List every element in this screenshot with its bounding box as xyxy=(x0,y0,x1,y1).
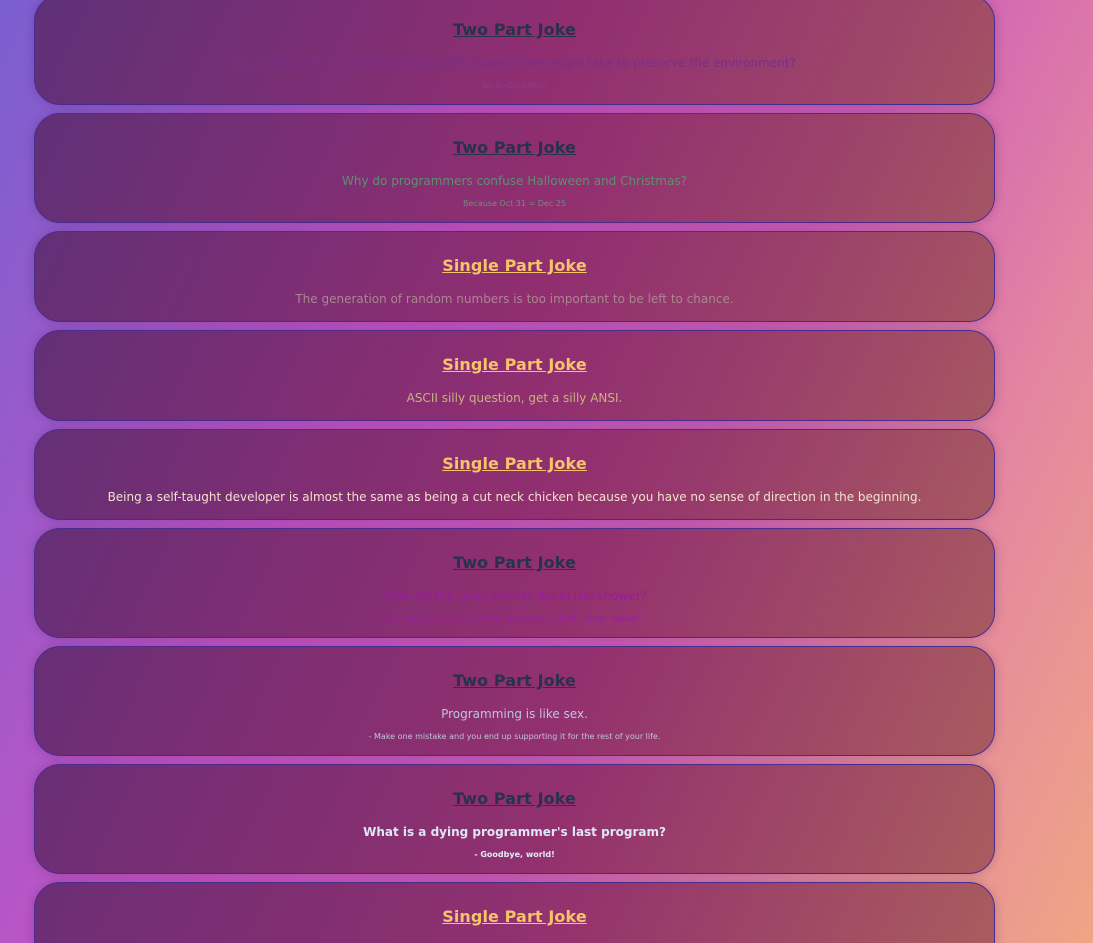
joke-type-heading: Single Part Joke xyxy=(442,907,587,926)
joke-delivery: Because Oct 31 = Dec 25 xyxy=(463,199,566,208)
joke-type-heading: Two Part Joke xyxy=(452,789,576,808)
joke-card: Single Part Joke xyxy=(34,882,995,943)
joke-type-heading: Two Part Joke xyxy=(452,553,576,572)
joke-card: Two Part Joke What is a dying programmer… xyxy=(34,764,995,874)
joke-type-heading: Two Part Joke xyxy=(452,20,576,39)
joke-list: Two Part Joke So what's a set of predefi… xyxy=(34,0,995,943)
joke-type-heading: Single Part Joke xyxy=(442,355,587,374)
joke-card: Two Part Joke So what's a set of predefi… xyxy=(34,0,995,105)
joke-setup: Programming is like sex. xyxy=(441,707,588,721)
joke-card: Two Part Joke How did the programmer die… xyxy=(34,528,995,638)
joke-type-heading: Single Part Joke xyxy=(442,454,587,473)
joke-card: Two Part Joke Why do programmers confuse… xyxy=(34,113,995,223)
joke-delivery: An Al-Gore-ithm xyxy=(482,81,547,90)
joke-setup: So what's a set of predefined steps the … xyxy=(233,56,796,70)
joke-delivery: - Goodbye, world! xyxy=(474,850,555,859)
joke-delivery: - Make one mistake and you end up suppor… xyxy=(368,732,661,741)
joke-text: Being a self-taught developer is almost … xyxy=(107,490,922,504)
joke-text: The generation of random numbers is too … xyxy=(295,292,734,306)
joke-text: ASCII silly question, get a silly ANSI. xyxy=(406,391,623,405)
joke-type-heading: Two Part Joke xyxy=(452,138,576,157)
joke-card: Single Part Joke Being a self-taught dev… xyxy=(34,429,995,520)
joke-delivery: He read the shampoo bottle instructions:… xyxy=(387,614,642,623)
joke-card: Single Part Joke The generation of rando… xyxy=(34,231,995,322)
joke-setup: How did the programmer die in the shower… xyxy=(381,589,648,603)
joke-setup: Why do programmers confuse Halloween and… xyxy=(342,174,687,188)
joke-setup: What is a dying programmer's last progra… xyxy=(363,825,666,839)
joke-type-heading: Two Part Joke xyxy=(452,671,576,690)
joke-type-heading: Single Part Joke xyxy=(442,256,587,275)
joke-card: Single Part Joke ASCII silly question, g… xyxy=(34,330,995,421)
joke-card: Two Part Joke Programming is like sex. -… xyxy=(34,646,995,756)
